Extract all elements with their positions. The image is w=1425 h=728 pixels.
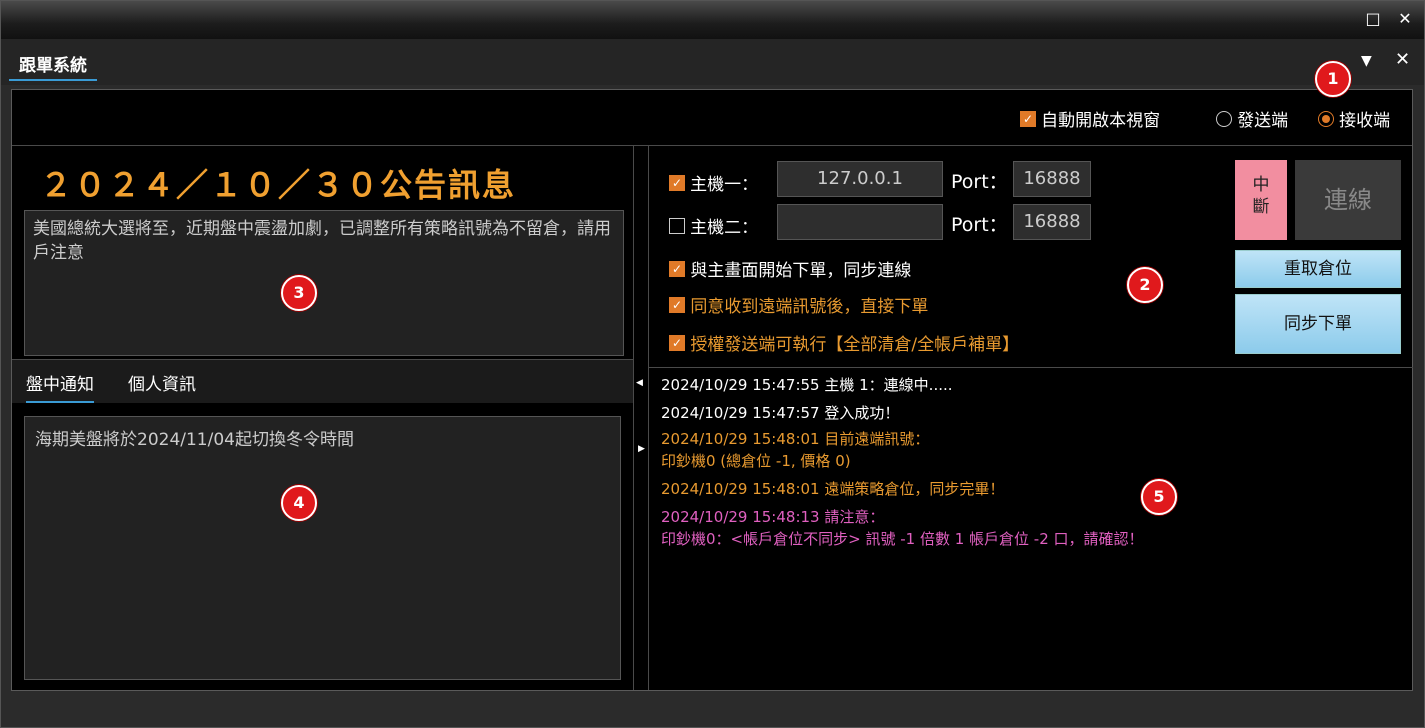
tab-close-icon[interactable]: ✕ (1395, 49, 1410, 70)
collapse-left-icon[interactable]: ◀ (636, 378, 643, 388)
message-log: 2024/10/29 15:47:55 主機 1：連線中..... 2024/10… (649, 368, 1413, 690)
expand-right-icon[interactable]: ▶ (638, 444, 645, 454)
disconnect-button[interactable]: 中 斷 (1235, 160, 1287, 240)
checkbox-empty-icon (669, 217, 685, 234)
auto-open-label: 自動開啟本視窗 (1041, 111, 1161, 131)
host2-label: 主機二： (690, 218, 759, 238)
auto-order-label: 同意收到遠端訊號後，直接下單 (690, 297, 929, 317)
radio-off-icon (1216, 110, 1232, 127)
check-icon: ✓ (669, 260, 685, 277)
host1-input[interactable]: 127.0.0.1 (777, 161, 943, 197)
callout-marker: 4 (281, 485, 317, 521)
authorize-sender-label: 授權發送端可執行【全部清倉/全帳戶補單】 (690, 335, 1020, 355)
log-line: 2024/10/29 15:48:01 目前遠端訊號： (661, 430, 930, 448)
log-line: 2024/10/29 15:48:01 遠端策略倉位，同步完畢！ (661, 480, 1005, 498)
host1-label: 主機一： (690, 175, 759, 195)
host1-checkbox[interactable]: ✓ 主機一： (669, 170, 758, 195)
disconnect-label-1: 中 (1252, 175, 1270, 195)
check-icon: ✓ (669, 296, 685, 313)
sub-tab-bar: 盤中通知 個人資訊 (12, 359, 633, 403)
port1-input[interactable]: 16888 (1013, 161, 1091, 197)
tab-bar: 跟單系統 ▼ ✕ (1, 39, 1424, 85)
auto-open-checkbox[interactable]: ✓ 自動開啟本視窗 (1020, 106, 1160, 131)
port2-label: Port： (951, 214, 1008, 236)
app-window: □ ✕ 跟單系統 ▼ ✕ ✓ 自動開啟本視窗 發送端 接收端 ２０２４／１０／３… (0, 0, 1425, 728)
mode-recv-label: 接收端 (1339, 111, 1391, 131)
check-icon: ✓ (1020, 110, 1036, 127)
notice-body: 海期美盤將於2024/11/04起切換冬令時間 (24, 416, 621, 680)
status-bar (1, 693, 1424, 727)
maximize-button[interactable]: □ (1363, 9, 1383, 29)
connection-panel: ✓ 主機一： 127.0.0.1 Port： 16888 主機二： Port： … (649, 146, 1413, 368)
log-line: 2024/10/29 15:48:13 請注意： (661, 508, 885, 526)
main-content: ✓ 自動開啟本視窗 發送端 接收端 ２０２４／１０／３０公告訊息 美國總統大選將… (11, 89, 1413, 691)
authorize-sender-checkbox[interactable]: ✓ 授權發送端可執行【全部清倉/全帳戶補單】 (669, 330, 1019, 355)
log-line: 2024/10/29 15:47:55 主機 1：連線中..... (661, 376, 953, 394)
mode-send-label: 發送端 (1237, 111, 1289, 131)
host2-checkbox[interactable]: 主機二： (669, 213, 758, 238)
check-icon: ✓ (669, 334, 685, 351)
callout-marker: 5 (1141, 479, 1177, 515)
host2-input[interactable] (777, 204, 943, 240)
check-icon: ✓ (669, 174, 685, 191)
port1-label: Port： (951, 171, 1008, 193)
sync-order-button[interactable]: 同步下單 (1235, 294, 1401, 354)
callout-marker: 3 (281, 275, 317, 311)
sync-connect-checkbox[interactable]: ✓ 與主畫面開始下單，同步連線 (669, 256, 911, 281)
tab-copy-trading[interactable]: 跟單系統 (9, 51, 97, 81)
sync-connect-label: 與主畫面開始下單，同步連線 (690, 261, 912, 281)
connect-button[interactable]: 連線 (1295, 160, 1401, 240)
pane-splitter[interactable]: ◀ ▶ (634, 146, 648, 690)
right-pane: ✓ 主機一： 127.0.0.1 Port： 16888 主機二： Port： … (648, 146, 1413, 690)
callout-marker: 2 (1127, 267, 1163, 303)
reload-position-button[interactable]: 重取倉位 (1235, 250, 1401, 288)
tab-personal-info[interactable]: 個人資訊 (128, 370, 196, 395)
mode-send-radio[interactable]: 發送端 (1216, 106, 1288, 131)
close-window-button[interactable]: ✕ (1395, 9, 1415, 29)
announcement-body: 美國總統大選將至，近期盤中震盪加劇，已調整所有策略訊號為不留倉，請用戶注意 (24, 210, 624, 356)
log-line: 印鈔機0 (總倉位 -1, 價格 0) (661, 452, 851, 470)
log-line: 印鈔機0：<帳戶倉位不同步> 訊號 -1 倍數 1 帳戶倉位 -2 口，請確認！ (661, 530, 1144, 548)
tab-menu-dropdown-icon[interactable]: ▼ (1361, 53, 1372, 69)
auto-order-checkbox[interactable]: ✓ 同意收到遠端訊號後，直接下單 (669, 292, 928, 317)
title-bar: □ ✕ (1, 1, 1424, 39)
mode-strip: ✓ 自動開啟本視窗 發送端 接收端 (12, 90, 1412, 146)
announcement-title: ２０２４／１０／３０公告訊息 (40, 166, 517, 204)
log-line: 2024/10/29 15:47:57 登入成功！ (661, 404, 900, 422)
radio-on-icon (1318, 110, 1334, 127)
port2-input[interactable]: 16888 (1013, 204, 1091, 240)
callout-marker: 1 (1315, 61, 1351, 97)
tab-intraday-notice[interactable]: 盤中通知 (26, 370, 94, 403)
mode-recv-radio[interactable]: 接收端 (1318, 106, 1390, 131)
left-pane: ２０２４／１０／３０公告訊息 美國總統大選將至，近期盤中震盪加劇，已調整所有策略… (12, 146, 634, 690)
disconnect-label-2: 斷 (1252, 197, 1270, 217)
